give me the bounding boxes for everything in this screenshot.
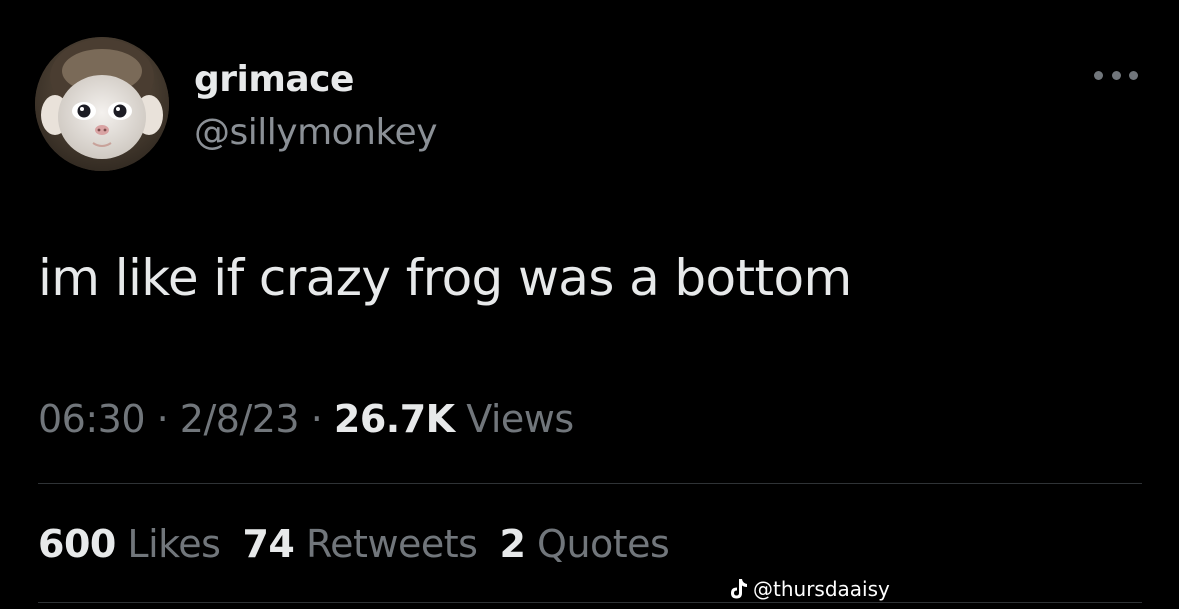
quotes-label: Quotes bbox=[537, 522, 670, 566]
tweet-time[interactable]: 06:30 bbox=[38, 397, 146, 441]
watermark-text: @thursdaaisy bbox=[753, 577, 890, 601]
divider bbox=[38, 602, 1142, 603]
more-dot bbox=[1111, 70, 1121, 80]
avatar[interactable] bbox=[35, 37, 169, 171]
tiktok-icon bbox=[731, 579, 747, 599]
tweet-text: im like if crazy frog was a bottom bbox=[38, 249, 852, 307]
tweet-meta: 06:30 · 2/8/23 · 26.7K Views bbox=[38, 394, 574, 444]
author-handle[interactable]: @sillymonkey bbox=[194, 110, 438, 156]
engagement-stats: 600 Likes 74 Retweets 2 Quotes bbox=[38, 519, 670, 569]
meta-separator: · bbox=[156, 397, 169, 441]
tweet-detail-view: grimace @sillymonkey im like if crazy fr… bbox=[0, 0, 1179, 609]
author-display-name[interactable]: grimace bbox=[194, 58, 354, 102]
more-options-icon[interactable] bbox=[1090, 60, 1142, 90]
likes-count: 600 bbox=[38, 522, 116, 566]
tweet-date[interactable]: 2/8/23 bbox=[180, 397, 300, 441]
quotes-stat[interactable]: 2 Quotes bbox=[499, 519, 669, 569]
more-dot bbox=[1129, 70, 1138, 80]
views-count: 26.7K bbox=[333, 397, 455, 441]
views-label: Views bbox=[466, 397, 574, 441]
meta-separator: · bbox=[310, 397, 323, 441]
likes-stat[interactable]: 600 Likes bbox=[38, 519, 221, 569]
retweets-count: 74 bbox=[242, 522, 295, 566]
retweets-label: Retweets bbox=[305, 522, 478, 566]
divider bbox=[38, 483, 1142, 484]
more-dot bbox=[1094, 70, 1103, 80]
retweets-stat[interactable]: 74 Retweets bbox=[242, 519, 477, 569]
baby-monkey-avatar-icon bbox=[35, 37, 169, 171]
tiktok-watermark: @thursdaaisy bbox=[727, 576, 890, 602]
likes-label: Likes bbox=[127, 522, 221, 566]
quotes-count: 2 bbox=[499, 522, 526, 566]
